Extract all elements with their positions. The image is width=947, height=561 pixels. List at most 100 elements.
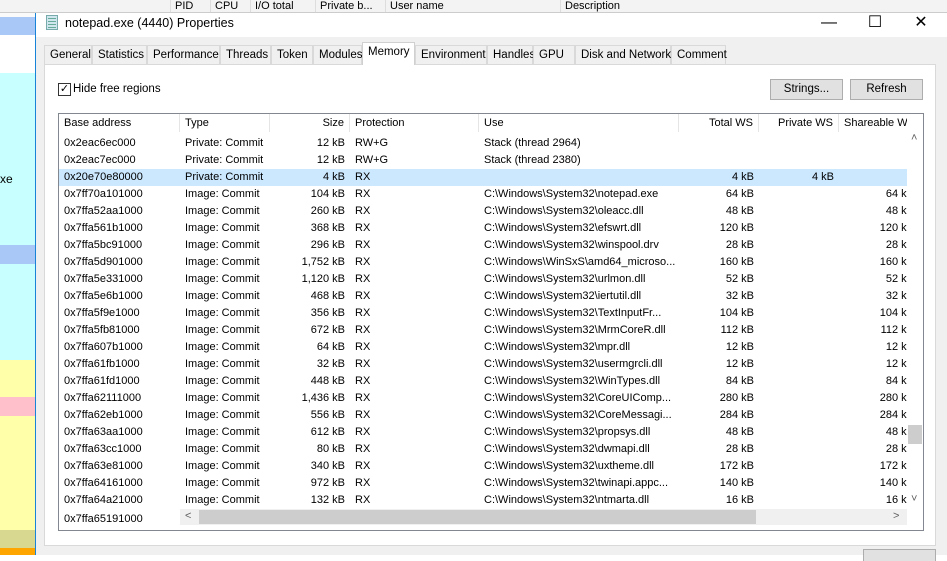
bg-col-cpu[interactable]: CPU <box>210 0 238 12</box>
table-row[interactable]: 0x7ffa607b1000 Image: Commit 64 kB RX C:\Win… <box>59 339 907 356</box>
row-size: 1,120 kB <box>301 273 345 285</box>
row-private-ws <box>759 186 839 203</box>
tab-environment[interactable]: Environment <box>415 45 487 64</box>
row-total-ws: 280 kB <box>719 392 754 404</box>
row-protection: RW+G <box>355 137 389 149</box>
row-use: C:\Windows\System32\propsys.dll <box>484 426 651 438</box>
table-row[interactable]: 0x7ffa62111000 Image: Commit 1,436 kB RX C:\… <box>59 390 907 407</box>
row-size: 672 kB <box>310 324 345 336</box>
table-row[interactable]: 0x7ffa64161000 Image: Commit 972 kB RX C:\Wi… <box>59 475 907 492</box>
row-protection: RX <box>355 409 371 421</box>
row-size: 132 kB <box>310 494 345 506</box>
row-type: Image: Commit <box>185 477 260 489</box>
bg-col-user-name[interactable]: User name <box>385 0 444 12</box>
col-use[interactable]: Use <box>479 114 679 132</box>
table-row[interactable]: 0x7ffa61fd1000 Image: Commit 448 kB RX C:\Wi… <box>59 373 907 390</box>
vertical-scrollbar[interactable]: ˄ ˅ <box>907 132 923 509</box>
scroll-left-icon[interactable]: < <box>185 510 191 522</box>
hide-free-regions-label[interactable]: Hide free regions <box>73 83 161 95</box>
row-protection: RX <box>355 324 371 336</box>
row-base-address[interactable]: 0x7ffa65191000 <box>64 513 143 525</box>
col-size[interactable]: Size <box>270 114 350 132</box>
row-size: 1,436 kB <box>301 392 345 404</box>
table-row[interactable]: 0x7ffa63e81000 Image: Commit 340 kB RX C:\Wi… <box>59 458 907 475</box>
row-base-address: 0x7ff70a101000 <box>64 188 143 200</box>
table-row[interactable]: 0x7ffa5f9e1000 Image: Commit 356 kB RX C:\Wi… <box>59 305 907 322</box>
row-shareable-ws: 84 kB <box>885 375 907 387</box>
tab-general[interactable]: General <box>44 45 92 64</box>
table-row[interactable]: 0x2eac6ec000 Private: Commit 12 kB RW+G Stac… <box>59 135 907 152</box>
row-shareable-ws: 172 kB <box>879 460 907 472</box>
table-row[interactable]: 0x7ffa52aa1000 Image: Commit 260 kB RX C:\Wi… <box>59 203 907 220</box>
col-private-ws[interactable]: Private WS <box>759 114 839 132</box>
row-private-ws <box>759 135 839 152</box>
horizontal-scroll-thumb[interactable] <box>199 510 756 524</box>
table-row[interactable]: 0x7ffa5e331000 Image: Commit 1,120 kB RX C:\… <box>59 271 907 288</box>
tab-memory[interactable]: Memory <box>362 42 415 65</box>
row-base-address: 0x7ffa5e331000 <box>64 273 143 285</box>
row-base-address: 0x7ffa5bc91000 <box>64 239 143 251</box>
col-total-ws[interactable]: Total WS <box>679 114 759 132</box>
vertical-scroll-thumb[interactable] <box>908 425 922 444</box>
bg-col-pid[interactable]: PID <box>170 0 193 12</box>
row-type: Image: Commit <box>185 324 260 336</box>
table-row[interactable]: 0x7ffa62eb1000 Image: Commit 556 kB RX C:\Wi… <box>59 407 907 424</box>
table-row[interactable]: 0x7ffa561b1000 Image: Commit 368 kB RX C:\Wi… <box>59 220 907 237</box>
scroll-down-icon[interactable]: ˅ <box>911 493 917 505</box>
hide-free-regions-checkbox[interactable]: ✓ <box>58 83 71 96</box>
row-base-address: 0x7ffa5f9e1000 <box>64 307 140 319</box>
bg-row <box>0 264 36 360</box>
bg-row <box>0 245 36 264</box>
tab-token[interactable]: Token <box>271 45 313 64</box>
table-row[interactable]: 0x7ffa5d901000 Image: Commit 1,752 kB RX C:\… <box>59 254 907 271</box>
row-shareable-ws: 48 kB <box>885 205 907 217</box>
table-row[interactable]: 0x7ffa5fb81000 Image: Commit 672 kB RX C:\Wi… <box>59 322 907 339</box>
row-private-ws <box>759 271 839 288</box>
table-row[interactable]: 0x7ffa61fb1000 Image: Commit 32 kB RX C:\Win… <box>59 356 907 373</box>
col-base-address[interactable]: Base address <box>59 114 180 132</box>
horizontal-scrollbar[interactable]: < > <box>180 509 907 525</box>
tab-handles[interactable]: Handles <box>487 45 535 64</box>
tab-performance[interactable]: Performance <box>147 45 220 64</box>
table-row[interactable]: 0x7ffa63aa1000 Image: Commit 612 kB RX C:\Wi… <box>59 424 907 441</box>
row-size: 32 kB <box>316 358 345 370</box>
row-shareable-ws: 64 kB <box>885 188 907 200</box>
col-protection[interactable]: Protection <box>350 114 479 132</box>
refresh-button[interactable]: Refresh <box>850 79 923 100</box>
tab-threads[interactable]: Threads <box>220 45 271 64</box>
row-type: Private: Commit <box>185 171 264 183</box>
row-total-ws: 48 kB <box>725 205 754 217</box>
bg-col-private-bytes[interactable]: Private b... <box>315 0 373 12</box>
tab-gpu[interactable]: GPU <box>533 45 575 64</box>
tab-comment[interactable]: Comment <box>671 45 727 64</box>
tab-statistics[interactable]: Statistics <box>92 45 147 64</box>
tab-disk-and-network[interactable]: Disk and Network <box>575 45 671 64</box>
bg-col-description[interactable]: Description <box>560 0 620 12</box>
table-row[interactable]: 0x7ffa5e6b1000 Image: Commit 468 kB RX C:\Wi… <box>59 288 907 305</box>
row-private-ws <box>759 390 839 407</box>
col-shareable-ws[interactable]: Shareable WS <box>839 114 907 132</box>
table-row[interactable]: 0x2eac7ec000 Private: Commit 12 kB RW+G Stac… <box>59 152 907 169</box>
table-row[interactable]: 0x7ffa64a21000 Image: Commit 132 kB RX C:\Wi… <box>59 492 907 509</box>
table-row[interactable]: 0x7ffa63cc1000 Image: Commit 80 kB RX C:\Win… <box>59 441 907 458</box>
table-row[interactable]: 0x7ffa5bc91000 Image: Commit 296 kB RX C:\Wi… <box>59 237 907 254</box>
row-protection: RX <box>355 426 371 438</box>
tab-modules[interactable]: Modules <box>313 45 362 64</box>
strings-button[interactable]: Strings... <box>770 79 843 100</box>
table-row[interactable]: 0x7ff70a101000 Image: Commit 104 kB RX C:\Wi… <box>59 186 907 203</box>
row-protection: RX <box>355 171 371 183</box>
row-protection: RX <box>355 392 371 404</box>
scroll-up-icon[interactable]: ˄ <box>911 132 917 144</box>
bg-col-io-total[interactable]: I/O total <box>250 0 294 12</box>
row-private-ws <box>759 254 839 271</box>
row-use: C:\Windows\System32\TextInputFr... <box>484 307 662 319</box>
sort-ascending-icon: ^ <box>409 113 414 120</box>
row-base-address: 0x2eac7ec000 <box>64 154 136 166</box>
row-protection: RX <box>355 375 371 387</box>
col-type[interactable]: Type <box>180 114 270 132</box>
ok-button[interactable] <box>863 549 936 561</box>
scroll-right-icon[interactable]: > <box>893 510 899 522</box>
row-shareable-ws: 28 kB <box>885 443 907 455</box>
table-row[interactable]: 0x20e70e80000 Private: Commit 4 kB RX 4 kB 4 … <box>59 169 907 186</box>
row-total-ws: 284 kB <box>719 409 754 421</box>
